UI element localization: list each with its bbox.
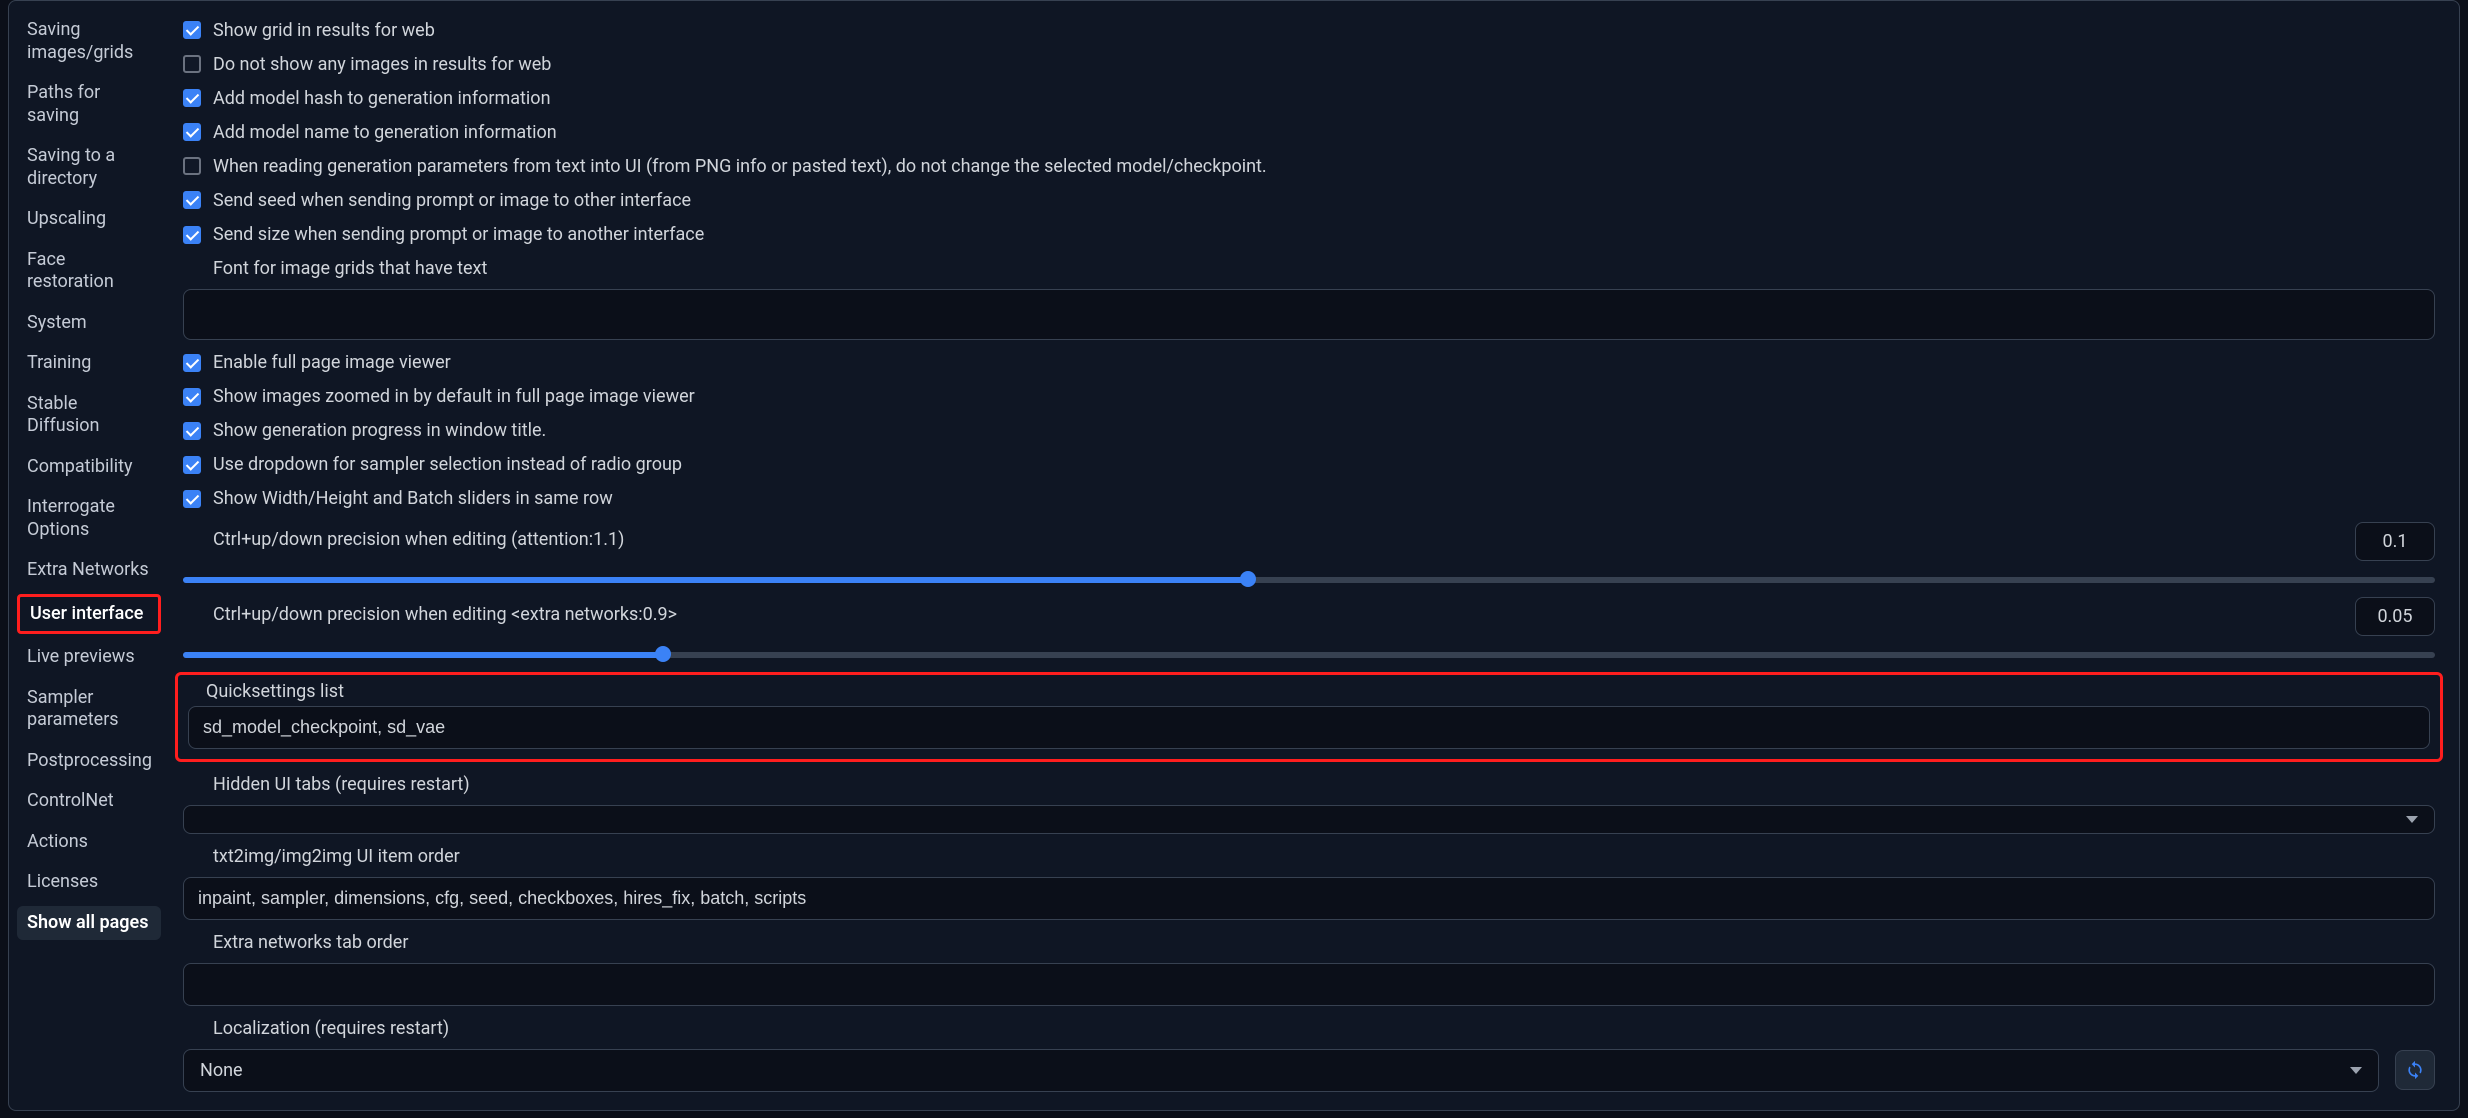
label-show-grid: Show grid in results for web xyxy=(213,20,435,41)
input-item-order[interactable] xyxy=(183,877,2435,920)
select-hidden-tabs[interactable] xyxy=(183,805,2435,834)
checkbox-add-hash[interactable] xyxy=(183,89,201,107)
label-hidden-tabs: Hidden UI tabs (requires restart) xyxy=(183,774,2435,795)
sidebar-item-actions[interactable]: Actions xyxy=(17,825,161,860)
slider-precision-extra[interactable] xyxy=(183,648,2435,660)
settings-panel: Saving images/grids Paths for saving Sav… xyxy=(8,0,2460,1111)
sidebar-item-saving-dir[interactable]: Saving to a directory xyxy=(17,139,161,196)
sidebar-item-training[interactable]: Training xyxy=(17,346,161,381)
sidebar-item-upscaling[interactable]: Upscaling xyxy=(17,202,161,237)
label-quicksettings: Quicksettings list xyxy=(188,681,2430,702)
sidebar-item-face-restoration[interactable]: Face restoration xyxy=(17,243,161,300)
label-add-name: Add model name to generation information xyxy=(213,122,557,143)
sidebar-item-saving-images[interactable]: Saving images/grids xyxy=(17,13,161,70)
value-precision-attention[interactable]: 0.1 xyxy=(2355,522,2435,561)
checkbox-no-change-ckpt[interactable] xyxy=(183,157,201,175)
label-item-order: txt2img/img2img UI item order xyxy=(183,846,2435,867)
settings-main: Show grid in results for web Do not show… xyxy=(169,1,2459,1110)
checkbox-add-name[interactable] xyxy=(183,123,201,141)
checkbox-dropdown-sampler[interactable] xyxy=(183,456,201,474)
input-font-grids[interactable] xyxy=(183,289,2435,340)
highlight-quicksettings: Quicksettings list xyxy=(175,672,2443,762)
checkbox-full-viewer[interactable] xyxy=(183,354,201,372)
refresh-button[interactable] xyxy=(2395,1050,2435,1090)
sidebar-item-licenses[interactable]: Licenses xyxy=(17,865,161,900)
label-wh-same-row: Show Width/Height and Batch sliders in s… xyxy=(213,488,613,509)
caret-down-icon xyxy=(2350,1067,2362,1074)
value-precision-extra[interactable]: 0.05 xyxy=(2355,597,2435,636)
caret-down-icon xyxy=(2406,816,2418,823)
label-font-grids: Font for image grids that have text xyxy=(183,258,2435,279)
sidebar-item-paths[interactable]: Paths for saving xyxy=(17,76,161,133)
label-no-change-ckpt: When reading generation parameters from … xyxy=(213,156,1267,177)
slider-precision-attention[interactable] xyxy=(183,573,2435,585)
sidebar-item-compatibility[interactable]: Compatibility xyxy=(17,450,161,485)
slider-thumb[interactable] xyxy=(1240,571,1256,587)
label-precision-attention: Ctrl+up/down precision when editing (att… xyxy=(183,529,2331,550)
sidebar-item-stable-diffusion[interactable]: Stable Diffusion xyxy=(17,387,161,444)
sidebar-item-user-interface[interactable]: User interface xyxy=(17,594,161,635)
label-send-seed: Send seed when sending prompt or image t… xyxy=(213,190,691,211)
input-extra-order[interactable] xyxy=(183,963,2435,1006)
checkbox-show-grid[interactable] xyxy=(183,21,201,39)
select-localization-value: None xyxy=(200,1060,243,1081)
sidebar-item-extra-networks[interactable]: Extra Networks xyxy=(17,553,161,588)
slider-thumb[interactable] xyxy=(655,646,671,662)
checkbox-zoom-default[interactable] xyxy=(183,388,201,406)
sidebar-item-show-all[interactable]: Show all pages xyxy=(17,906,161,941)
label-send-size: Send size when sending prompt or image t… xyxy=(213,224,704,245)
select-localization[interactable]: None xyxy=(183,1049,2379,1092)
checkbox-wh-same-row[interactable] xyxy=(183,490,201,508)
label-progress-title: Show generation progress in window title… xyxy=(213,420,546,441)
label-precision-extra: Ctrl+up/down precision when editing <ext… xyxy=(183,604,2331,625)
checkbox-no-images[interactable] xyxy=(183,55,201,73)
sidebar-item-sampler-params[interactable]: Sampler parameters xyxy=(17,681,161,738)
refresh-icon xyxy=(2405,1060,2425,1080)
input-quicksettings[interactable] xyxy=(188,706,2430,749)
label-full-viewer: Enable full page image viewer xyxy=(213,352,451,373)
settings-sidebar: Saving images/grids Paths for saving Sav… xyxy=(9,1,169,1110)
slider-fill xyxy=(183,577,1248,583)
label-dropdown-sampler: Use dropdown for sampler selection inste… xyxy=(213,454,682,475)
checkbox-send-size[interactable] xyxy=(183,226,201,244)
sidebar-item-live-previews[interactable]: Live previews xyxy=(17,640,161,675)
checkbox-progress-title[interactable] xyxy=(183,422,201,440)
label-localization: Localization (requires restart) xyxy=(183,1018,2435,1039)
label-add-hash: Add model hash to generation information xyxy=(213,88,551,109)
checkbox-send-seed[interactable] xyxy=(183,191,201,209)
label-zoom-default: Show images zoomed in by default in full… xyxy=(213,386,695,407)
label-no-images: Do not show any images in results for we… xyxy=(213,54,551,75)
sidebar-item-interrogate[interactable]: Interrogate Options xyxy=(17,490,161,547)
slider-fill xyxy=(183,652,663,658)
sidebar-item-controlnet[interactable]: ControlNet xyxy=(17,784,161,819)
sidebar-item-system[interactable]: System xyxy=(17,306,161,341)
label-extra-order: Extra networks tab order xyxy=(183,932,2435,953)
sidebar-item-postprocessing[interactable]: Postprocessing xyxy=(17,744,161,779)
